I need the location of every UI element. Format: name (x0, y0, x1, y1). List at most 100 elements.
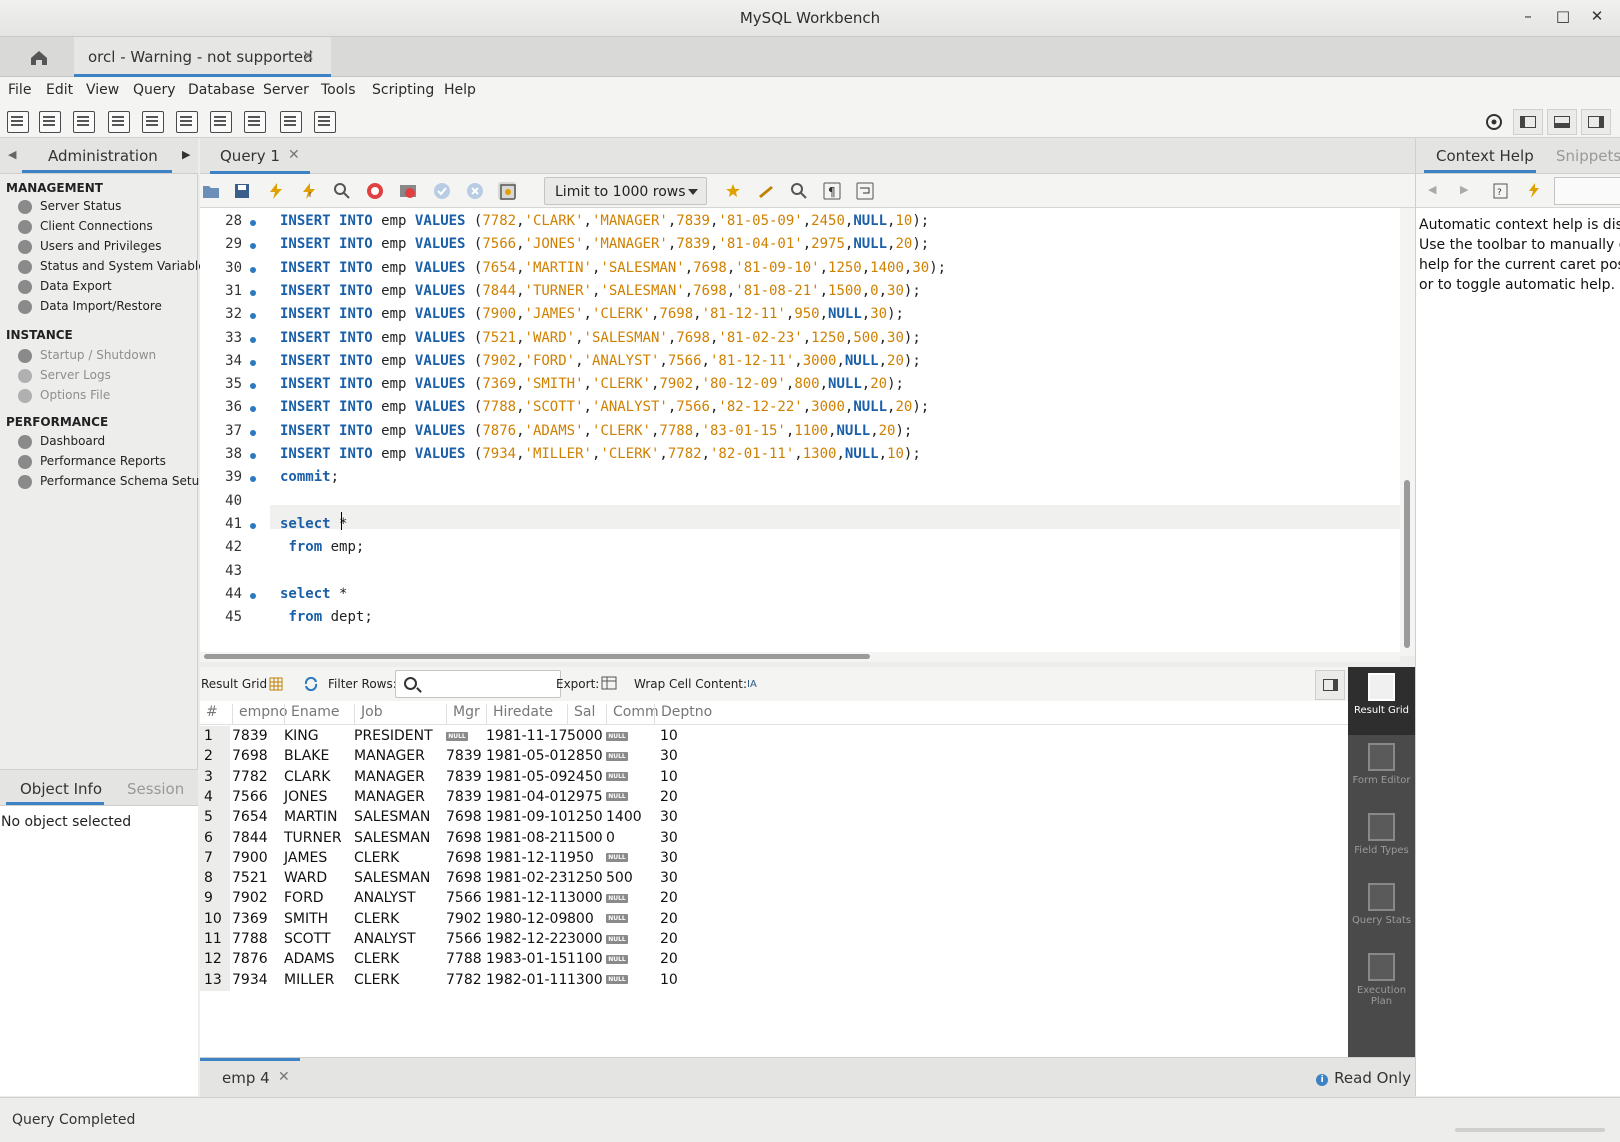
column-header-comm[interactable]: Comm (606, 704, 659, 724)
grid-cell[interactable]: CLERK (354, 972, 399, 988)
grid-cell[interactable]: 1981-08-21 (486, 830, 567, 846)
execute-current-icon[interactable]: I (300, 182, 318, 200)
form-editor-view-button[interactable]: Form Editor (1348, 737, 1415, 805)
grid-cell[interactable]: 10 (660, 728, 678, 744)
grid-cell[interactable]: 7788 (446, 951, 482, 967)
find-icon[interactable] (790, 182, 808, 200)
grid-cell[interactable]: 800 (567, 911, 594, 927)
grid-cell[interactable]: 7839 (446, 748, 482, 764)
grid-cell[interactable]: MANAGER (354, 769, 425, 785)
grid-cell[interactable]: 20 (660, 951, 678, 967)
grid-cell[interactable]: 1250 (567, 870, 603, 886)
table-row[interactable]: 3 7782 CLARK MANAGER 7839 1981-05-09 2450 NULL 1… (200, 766, 1348, 788)
grid-cell[interactable]: TURNER (284, 830, 342, 846)
grid-cell[interactable]: 7839 (446, 789, 482, 805)
close-result-tab-icon[interactable]: ✕ (278, 1069, 290, 1085)
open-sql-script-icon[interactable] (39, 111, 61, 133)
menu-query[interactable]: Query (133, 82, 176, 98)
grid-cell[interactable]: 1981-09-10 (486, 809, 567, 825)
grid-cell[interactable]: 1500 (567, 830, 603, 846)
grid-cell[interactable]: 7900 (232, 850, 268, 866)
grid-cell[interactable]: 0 (606, 830, 615, 846)
close-window-button[interactable]: ✕ (1585, 7, 1609, 25)
create-view-icon[interactable] (176, 111, 198, 133)
grid-cell[interactable]: NULL (606, 769, 628, 785)
row-index-cell[interactable]: 2 (200, 746, 230, 768)
grid-cell[interactable]: SALESMAN (354, 830, 430, 846)
column-header-hiredate[interactable]: Hiredate (486, 704, 553, 724)
grid-cell[interactable]: 7698 (446, 830, 482, 846)
grid-cell[interactable]: 30 (660, 870, 678, 886)
grid-cell[interactable]: 7698 (232, 748, 268, 764)
grid-cell[interactable]: 1980-12-09 (486, 911, 567, 927)
row-index-cell[interactable]: 12 (200, 949, 230, 971)
column-header-sal[interactable]: Sal (567, 704, 595, 724)
grid-cell[interactable]: 7876 (232, 951, 268, 967)
inspector-icon[interactable] (73, 111, 95, 133)
grid-cell[interactable]: SALESMAN (354, 809, 430, 825)
grid-cell[interactable]: 1250 (567, 809, 603, 825)
grid-cell[interactable]: NULL (606, 850, 628, 866)
connection-tab[interactable]: orcl - Warning - not supported ✕ (74, 37, 331, 77)
grid-cell[interactable]: 1982-01-11 (486, 972, 567, 988)
grid-cell[interactable]: NULL (606, 890, 628, 906)
grid-cell[interactable]: 7839 (446, 769, 482, 785)
grid-cell[interactable]: 20 (660, 911, 678, 927)
grid-cell[interactable]: 7844 (232, 830, 268, 846)
grid-view-icon[interactable] (269, 677, 283, 691)
grid-cell[interactable]: 1981-12-11 (486, 890, 567, 906)
grid-cell[interactable]: 7698 (446, 870, 482, 886)
grid-cell[interactable]: 1981-12-11 (486, 850, 567, 866)
grid-cell[interactable]: CLERK (354, 850, 399, 866)
word-wrap-icon[interactable] (856, 182, 874, 200)
grid-cell[interactable]: 7902 (446, 911, 482, 927)
auto-help-icon[interactable] (1526, 182, 1544, 200)
grid-cell[interactable]: 1981-02-23 (486, 870, 567, 886)
grid-cell[interactable]: 30 (660, 809, 678, 825)
grid-cell[interactable]: SALESMAN (354, 870, 430, 886)
grid-cell[interactable]: CLERK (354, 951, 399, 967)
table-row[interactable]: 13 7934 MILLER CLERK 7782 1982-01-11 1300 NULL 1… (200, 969, 1348, 991)
grid-cell[interactable]: 1983-01-15 (486, 951, 567, 967)
create-schema-icon[interactable] (108, 111, 130, 133)
table-row[interactable]: 4 7566 JONES MANAGER 7839 1981-04-01 2975 NULL 2… (200, 786, 1348, 808)
grid-cell[interactable]: 1400 (606, 809, 642, 825)
row-index-cell[interactable]: 4 (200, 786, 230, 808)
grid-cell[interactable]: 3000 (567, 890, 603, 906)
execution-plan-view-button[interactable]: Execution Plan (1348, 947, 1415, 1015)
grid-cell[interactable]: ANALYST (354, 890, 416, 906)
grid-cell[interactable]: ADAMS (284, 951, 335, 967)
menu-help[interactable]: Help (444, 82, 476, 98)
tab-context-help[interactable]: Context Help (1436, 147, 1534, 165)
create-function-icon[interactable] (244, 111, 266, 133)
table-row[interactable]: 10 7369 SMITH CLERK 7902 1980-12-09 800 NULL 20 (200, 908, 1348, 930)
grid-cell[interactable]: 10 (660, 972, 678, 988)
rollback-icon[interactable] (466, 182, 484, 200)
tab-snippets[interactable]: Snippets (1556, 147, 1620, 165)
row-index-cell[interactable]: 9 (200, 888, 230, 910)
add-snippet-icon[interactable] (724, 182, 742, 200)
back-arrow-icon[interactable]: ◀ (1428, 183, 1436, 196)
grid-cell[interactable]: 20 (660, 931, 678, 947)
grid-cell[interactable]: 1981-11-17 (486, 728, 567, 744)
grid-cell[interactable]: 7369 (232, 911, 268, 927)
grid-cell[interactable]: JAMES (284, 850, 327, 866)
column-header-deptno[interactable]: Deptno (654, 704, 712, 724)
grid-cell[interactable]: 7782 (446, 972, 482, 988)
table-row[interactable]: 2 7698 BLAKE MANAGER 7839 1981-05-01 2850 NULL 3… (200, 746, 1348, 768)
query-stats-view-button[interactable]: Query Stats (1348, 877, 1415, 945)
table-row[interactable]: 1 7839 KING PRESIDENT NULL 1981-11-17 5000 NULL… (200, 726, 1348, 747)
row-index-cell[interactable]: 6 (200, 827, 230, 849)
manual-help-icon[interactable]: ? (1492, 182, 1510, 200)
create-table-icon[interactable] (142, 111, 164, 133)
save-icon[interactable] (233, 182, 251, 200)
filter-rows-input-box[interactable] (395, 670, 561, 698)
grid-cell[interactable]: NULL (606, 748, 628, 764)
open-folder-icon[interactable] (202, 182, 220, 200)
grid-cell[interactable]: 1981-05-09 (486, 769, 567, 785)
row-index-cell[interactable]: 13 (200, 969, 230, 991)
tab-query-1[interactable]: Query 1 ✕ (210, 138, 310, 174)
grid-cell[interactable]: 2450 (567, 769, 603, 785)
scroll-thumb[interactable] (204, 654, 870, 659)
grid-cell[interactable]: 3000 (567, 931, 603, 947)
